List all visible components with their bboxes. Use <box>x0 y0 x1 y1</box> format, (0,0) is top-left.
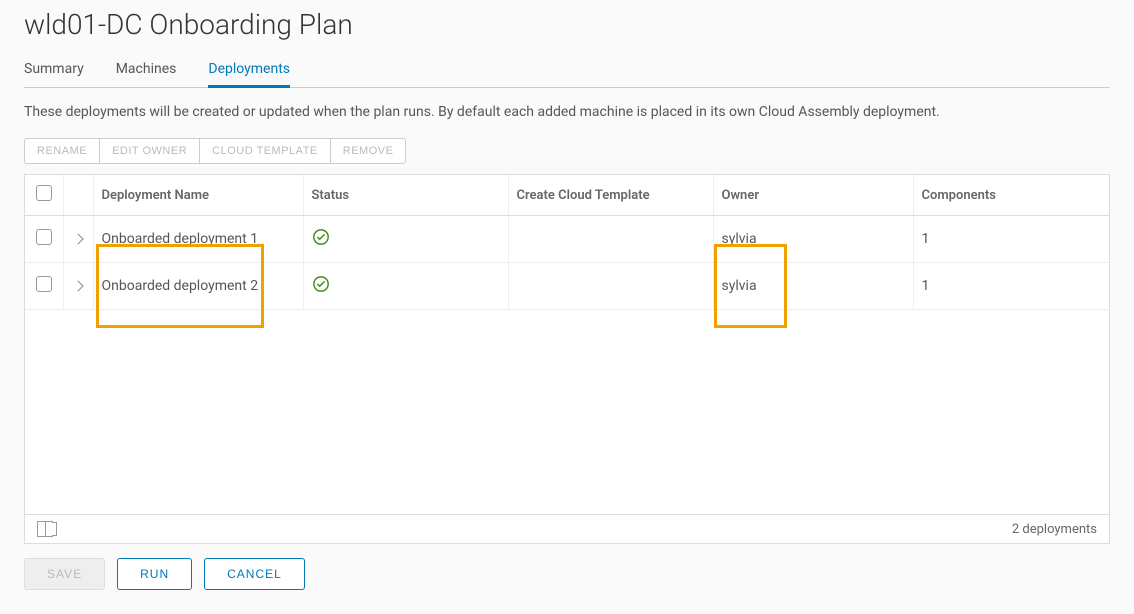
header-name[interactable]: Deployment Name <box>93 175 303 216</box>
edit-owner-button[interactable]: EDIT OWNER <box>100 138 200 164</box>
deployments-table-wrap: Deployment Name Status Create Cloud Temp… <box>24 174 1110 544</box>
header-expand <box>63 175 93 216</box>
actions-bar: SAVE RUN CANCEL <box>24 558 1110 590</box>
column-picker-icon[interactable] <box>37 521 53 537</box>
owner-cell: sylvia <box>722 231 757 247</box>
row-checkbox[interactable] <box>36 229 52 245</box>
table-row[interactable]: Onboarded deployment 1 sylvia 1 <box>25 216 1109 263</box>
header-select-all[interactable] <box>25 175 63 216</box>
run-button[interactable]: RUN <box>117 558 192 590</box>
checkbox-icon <box>36 185 52 201</box>
cancel-button[interactable]: CANCEL <box>204 558 305 590</box>
cloud-template-button[interactable]: CLOUD TEMPLATE <box>200 138 331 164</box>
page-title: wld01-DC Onboarding Plan <box>24 8 1110 41</box>
header-template[interactable]: Create Cloud Template <box>508 175 713 216</box>
check-circle-icon <box>312 275 330 293</box>
components-cell: 1 <box>913 216 1109 263</box>
remove-button[interactable]: REMOVE <box>331 138 407 164</box>
deployments-table: Deployment Name Status Create Cloud Temp… <box>25 175 1109 310</box>
tab-machines[interactable]: Machines <box>116 53 177 87</box>
table-footer: 2 deployments <box>25 514 1109 543</box>
cloud-template-cell <box>508 263 713 310</box>
header-components[interactable]: Components <box>913 175 1109 216</box>
chevron-right-icon[interactable] <box>72 233 83 244</box>
check-circle-icon <box>312 228 330 246</box>
tab-deployments[interactable]: Deployments <box>208 53 290 88</box>
deployment-name: Onboarded deployment 2 <box>102 278 259 294</box>
deployment-name: Onboarded deployment 1 <box>102 231 259 247</box>
cloud-template-cell <box>508 216 713 263</box>
tabs-bar: Summary Machines Deployments <box>24 53 1110 88</box>
row-count: 2 deployments <box>1012 522 1097 537</box>
row-checkbox[interactable] <box>36 276 52 292</box>
chevron-right-icon[interactable] <box>72 280 83 291</box>
owner-cell: sylvia <box>722 278 757 294</box>
save-button[interactable]: SAVE <box>24 558 105 590</box>
table-row[interactable]: Onboarded deployment 2 sylvia 1 <box>25 263 1109 310</box>
components-cell: 1 <box>913 263 1109 310</box>
header-status[interactable]: Status <box>303 175 508 216</box>
tab-summary[interactable]: Summary <box>24 53 84 87</box>
header-owner[interactable]: Owner <box>713 175 913 216</box>
rename-button[interactable]: RENAME <box>24 138 100 164</box>
toolbar: RENAME EDIT OWNER CLOUD TEMPLATE REMOVE <box>24 138 1110 164</box>
tab-description: These deployments will be created or upd… <box>24 104 1110 120</box>
